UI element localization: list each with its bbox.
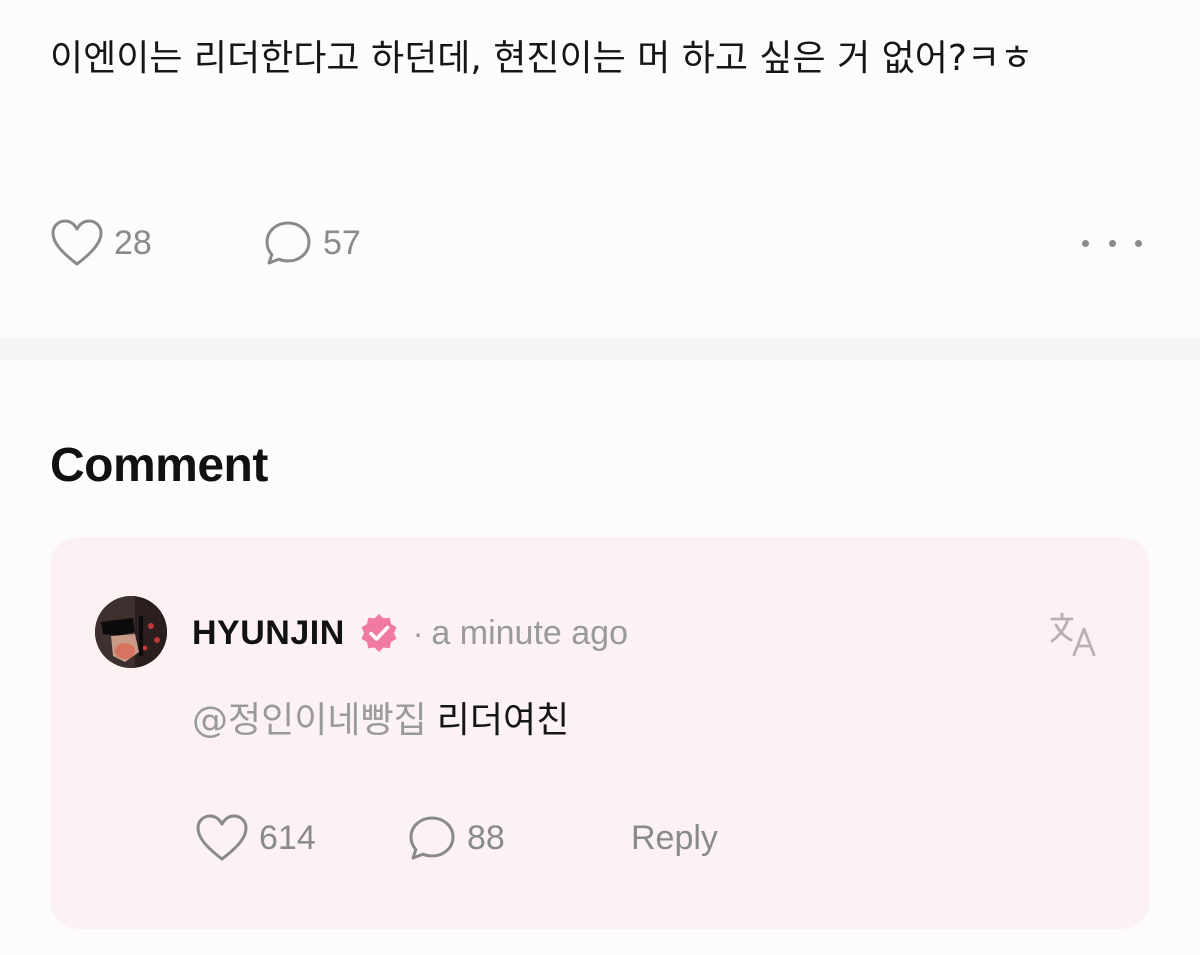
comment-body: @정인이네빵집 리더여친: [192, 695, 569, 747]
speech-bubble-icon: [265, 221, 311, 265]
comment-reply-count: 88: [467, 818, 505, 857]
heart-icon: [51, 219, 103, 266]
avatar-image: [95, 596, 167, 668]
post-actions-bar: 28 57: [50, 215, 1150, 271]
more-options-button[interactable]: [1082, 215, 1142, 271]
comment-like-count: 614: [259, 818, 316, 857]
verified-badge-icon: [361, 614, 397, 652]
post-comment-count: 57: [323, 223, 361, 262]
more-dot: [1135, 239, 1142, 247]
post-detail-page: 이엔이는 리더한다고 하던데, 현진이는 머 하고 싶은 거 없어?ㅋㅎ 28 …: [0, 0, 1200, 955]
translate-button[interactable]: [1048, 609, 1100, 661]
more-dots-icon: [1082, 239, 1089, 247]
avatar[interactable]: [95, 596, 167, 668]
comment-card: HYUNJIN · a minute ago @정인이네빵집 리더여친 614 …: [50, 537, 1150, 929]
post-comment-button[interactable]: 57: [263, 215, 361, 271]
comment-timestamp: a minute ago: [431, 613, 628, 652]
section-divider: [0, 338, 1200, 360]
post-like-count: 28: [114, 223, 152, 262]
translate-icon: [1050, 612, 1096, 657]
mention-link[interactable]: @정인이네빵집: [192, 700, 427, 741]
comment-author-name[interactable]: HYUNJIN: [192, 614, 345, 653]
post-like-button[interactable]: 28: [50, 215, 152, 271]
comments-section-title: Comment: [50, 439, 268, 492]
reply-button[interactable]: Reply: [631, 810, 718, 866]
post-body-text: 이엔이는 리더한다고 하던데, 현진이는 머 하고 싶은 거 없어?ㅋㅎ: [50, 38, 1034, 79]
comment-replies-button[interactable]: 88: [407, 810, 505, 866]
comment-text: 리더여친: [436, 700, 570, 741]
comment-like-button[interactable]: 614: [195, 810, 316, 866]
timestamp-separator: ·: [412, 614, 424, 651]
more-dot: [1108, 239, 1116, 247]
heart-icon: [196, 814, 248, 861]
comment-header: HYUNJIN · a minute ago: [192, 611, 628, 655]
speech-bubble-icon: [409, 816, 455, 860]
comment-actions-bar: 614 88 Reply: [195, 810, 895, 866]
